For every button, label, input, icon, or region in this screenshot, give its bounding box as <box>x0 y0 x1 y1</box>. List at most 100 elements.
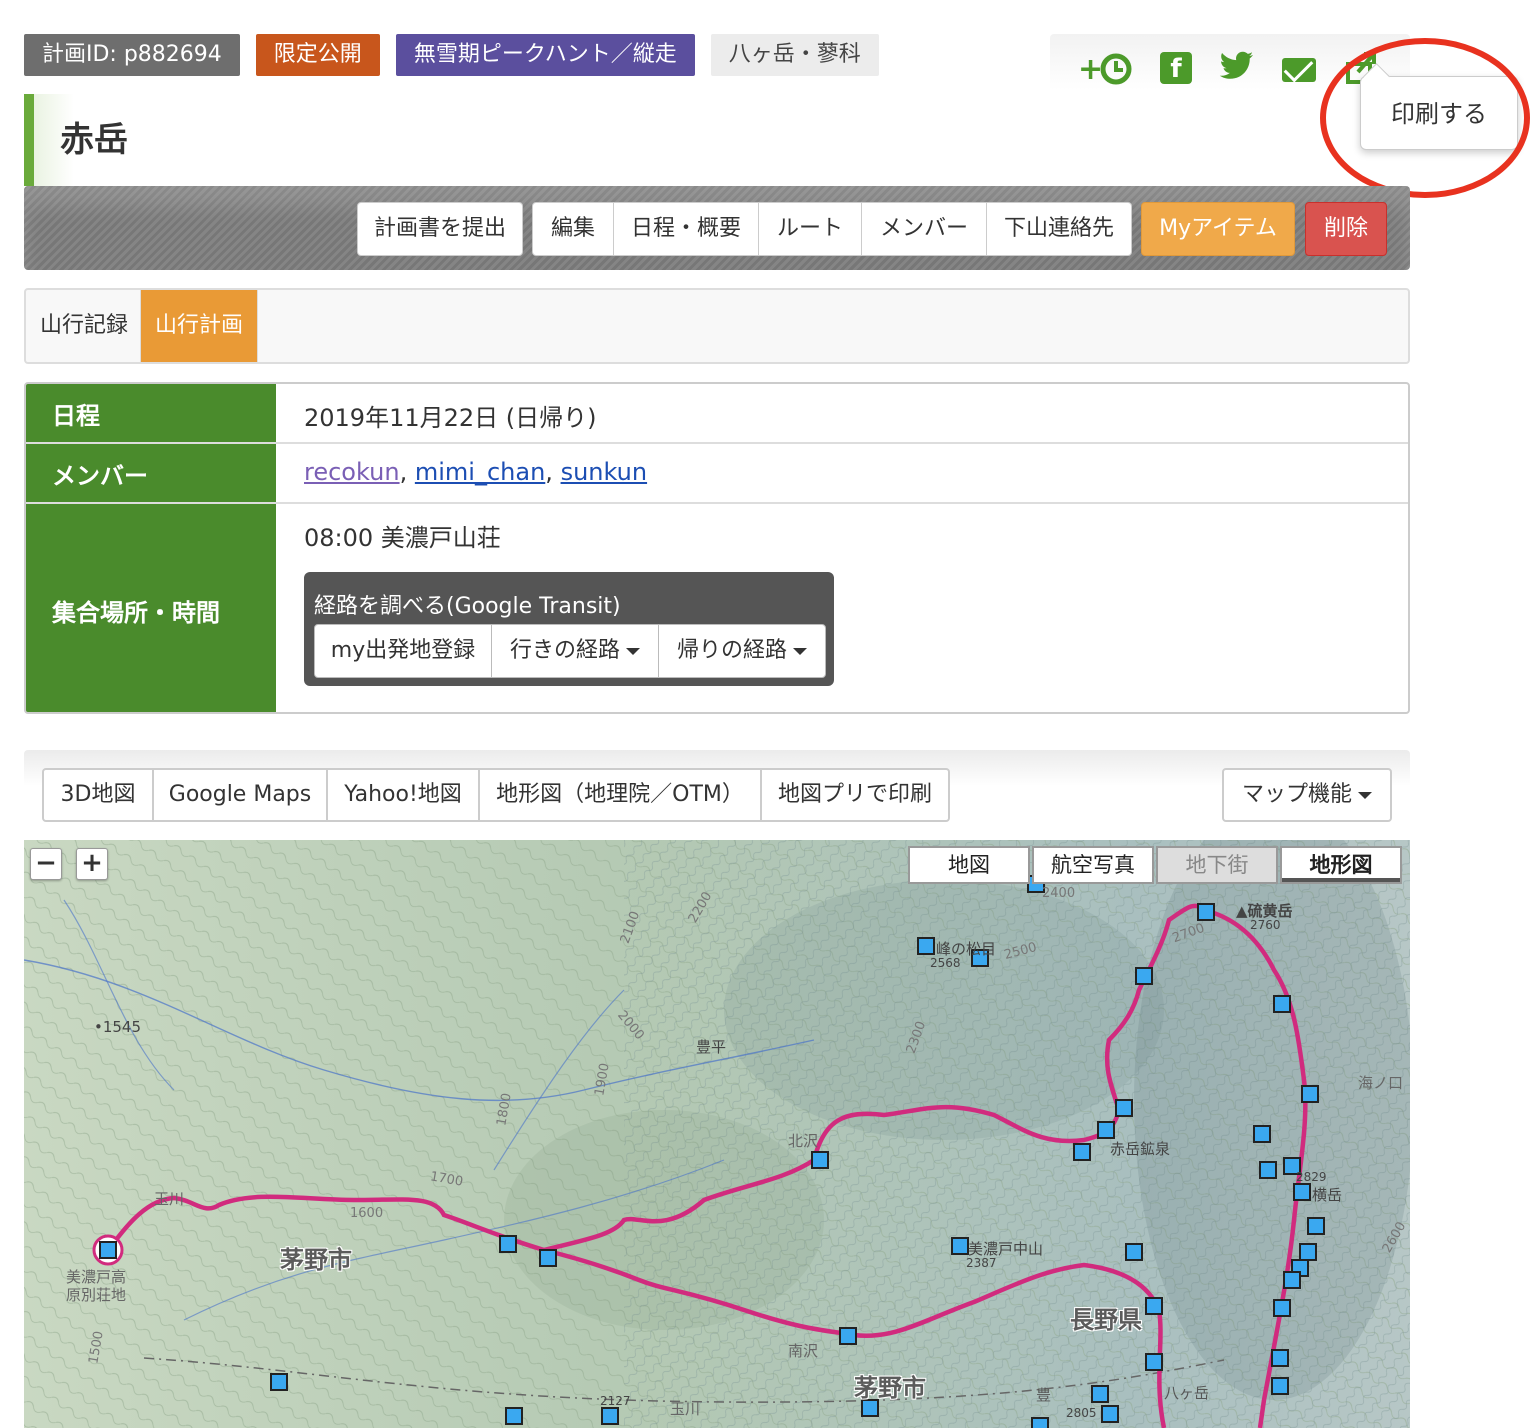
member-label: メンバー <box>26 444 276 502</box>
map-label: 2127 <box>600 1394 631 1408</box>
category-badge[interactable]: 無雪期ピークハント／縦走 <box>395 34 695 76</box>
map-functions-label: マップ機能 <box>1241 782 1352 807</box>
member-link[interactable]: mimi_chan <box>415 458 545 486</box>
waypoint-marker[interactable] <box>1271 1377 1289 1395</box>
waypoint-marker[interactable] <box>1197 903 1215 921</box>
waypoint-marker[interactable] <box>1307 1217 1325 1235</box>
return-route-dropdown[interactable]: 帰りの経路 <box>658 624 826 678</box>
date-row: 日程 2019年11月22日 (日帰り) <box>26 384 1408 444</box>
waypoint-marker[interactable] <box>811 1151 829 1169</box>
yahoo-map-button[interactable]: Yahoo!地図 <box>326 768 480 822</box>
waypoint-marker[interactable] <box>1073 1143 1091 1161</box>
plan-info-table: 日程 2019年11月22日 (日帰り) メンバー recokun, mimi_… <box>24 382 1410 714</box>
waypoint-marker[interactable] <box>951 1237 969 1255</box>
maptype-map-button[interactable]: 地図 <box>908 846 1030 884</box>
waypoint-marker[interactable] <box>1273 995 1291 1013</box>
waypoint-marker[interactable] <box>1101 1405 1119 1423</box>
waypoint-marker[interactable] <box>1145 1297 1163 1315</box>
register-origin-button[interactable]: my出発地登録 <box>314 624 492 678</box>
delete-button[interactable]: 削除 <box>1305 202 1387 256</box>
caret-down-icon <box>626 647 640 655</box>
waypoint-marker[interactable] <box>99 1241 117 1259</box>
gsi-map-button[interactable]: 地形図（地理院／OTM） <box>478 768 762 822</box>
map-3d-button[interactable]: 3D地図 <box>42 768 154 822</box>
member-link[interactable]: recokun <box>304 458 400 486</box>
waypoint-marker[interactable] <box>1031 1417 1049 1428</box>
waypoint-marker[interactable] <box>1097 1121 1115 1139</box>
waypoint-marker[interactable] <box>270 1373 288 1391</box>
waypoint-marker[interactable] <box>601 1407 619 1425</box>
transit-panel: 経路を調べる(Google Transit) my出発地登録 行きの経路 帰りの… <box>304 572 834 686</box>
caret-down-icon <box>1358 791 1372 799</box>
transit-label: 経路を調べる(Google Transit) <box>314 594 621 619</box>
waypoint-marker[interactable] <box>917 937 935 955</box>
print-popover[interactable]: 印刷する <box>1360 76 1518 150</box>
waypoint-marker[interactable] <box>1273 1299 1291 1317</box>
tab-record[interactable]: 山行記録 <box>26 290 142 362</box>
map-label: 2568 <box>930 956 961 970</box>
waypoint-marker[interactable] <box>839 1327 857 1345</box>
map-label: 豊 <box>1036 1386 1052 1404</box>
map-label: 2805 <box>1066 1406 1097 1420</box>
waypoint-marker[interactable] <box>1259 1161 1277 1179</box>
waypoint-marker[interactable] <box>1293 1183 1311 1201</box>
waypoint-marker[interactable] <box>1253 1125 1271 1143</box>
waypoint-marker[interactable] <box>1145 1353 1163 1371</box>
maptype-terrain-button[interactable]: 地形図 <box>1280 846 1402 884</box>
member-link[interactable]: sunkun <box>561 458 648 486</box>
map-label: 玉川 <box>154 1190 185 1208</box>
print-menu-item[interactable]: 印刷する <box>1391 100 1487 128</box>
outbound-route-label: 行きの経路 <box>509 638 620 663</box>
map-print-button[interactable]: 地図プリで印刷 <box>760 768 950 822</box>
twitter-icon[interactable] <box>1218 50 1256 86</box>
map-functions-dropdown[interactable]: マップ機能 <box>1222 768 1392 822</box>
map-label: 茅野市 <box>854 1374 926 1402</box>
maptype-underground-button: 地下街 <box>1156 846 1278 884</box>
waypoint-marker[interactable] <box>1135 967 1153 985</box>
waypoint-marker[interactable] <box>1115 1099 1133 1117</box>
map-label: 南沢 <box>788 1342 819 1360</box>
contour-label: 2400 <box>1042 886 1076 901</box>
maptype-aerial-button[interactable]: 航空写真 <box>1032 846 1154 884</box>
map-label: 2387 <box>966 1256 997 1270</box>
map-label: 原別荘地 <box>66 1286 127 1304</box>
caret-down-icon <box>793 647 807 655</box>
add-watch-clock-icon[interactable]: + <box>1078 50 1134 87</box>
edit-button[interactable]: 編集 <box>532 202 614 256</box>
return-route-label: 帰りの経路 <box>676 638 787 663</box>
waypoint-marker[interactable] <box>1283 1271 1301 1289</box>
facebook-icon[interactable]: f <box>1160 52 1192 84</box>
member-row: メンバー recokun, mimi_chan, sunkun <box>26 444 1408 504</box>
waypoint-marker[interactable] <box>1125 1243 1143 1261</box>
page-title-bar: 赤岳 <box>24 94 624 186</box>
contact-button[interactable]: 下山連絡先 <box>986 202 1132 256</box>
map-label: 海ノ口 <box>1358 1074 1404 1092</box>
waypoint-marker[interactable] <box>499 1235 517 1253</box>
route-button[interactable]: ルート <box>758 202 862 256</box>
waypoint-marker[interactable] <box>1091 1385 1109 1403</box>
map-label: 2829 <box>1296 1170 1327 1184</box>
members-button[interactable]: メンバー <box>861 202 987 256</box>
zoom-in-button[interactable]: + <box>76 848 108 880</box>
tab-plan[interactable]: 山行計画 <box>140 290 259 362</box>
area-badge[interactable]: 八ヶ岳・蓼科 <box>710 34 879 76</box>
map-label: 北沢 <box>788 1132 819 1150</box>
waypoint-marker[interactable] <box>539 1249 557 1267</box>
map-label: 茅野市 <box>280 1246 352 1274</box>
submit-plan-button[interactable]: 計画書を提出 <box>357 202 523 256</box>
zoom-out-button[interactable]: − <box>30 848 62 880</box>
svg-text:+: + <box>1078 52 1103 86</box>
my-items-button[interactable]: Myアイテム <box>1141 202 1295 256</box>
waypoint-marker[interactable] <box>1271 1349 1289 1367</box>
outbound-route-dropdown[interactable]: 行きの経路 <box>491 624 659 678</box>
mail-icon[interactable] <box>1282 58 1316 82</box>
map-label: 八ヶ岳 <box>1164 1384 1210 1402</box>
map-label: 長野県 <box>1070 1306 1142 1334</box>
record-plan-tabs: 山行記録 山行計画 <box>24 288 1410 364</box>
route-map[interactable]: •1545 茅野市 茅野市 長野県 美濃戸高 原別荘地 ▲硫黄岳 2760 峰の… <box>24 840 1410 1428</box>
waypoint-marker[interactable] <box>1301 1085 1319 1103</box>
schedule-button[interactable]: 日程・概要 <box>613 202 759 256</box>
google-maps-button[interactable]: Google Maps <box>152 768 328 822</box>
contour-label: 1600 <box>350 1206 384 1221</box>
waypoint-marker[interactable] <box>505 1407 523 1425</box>
